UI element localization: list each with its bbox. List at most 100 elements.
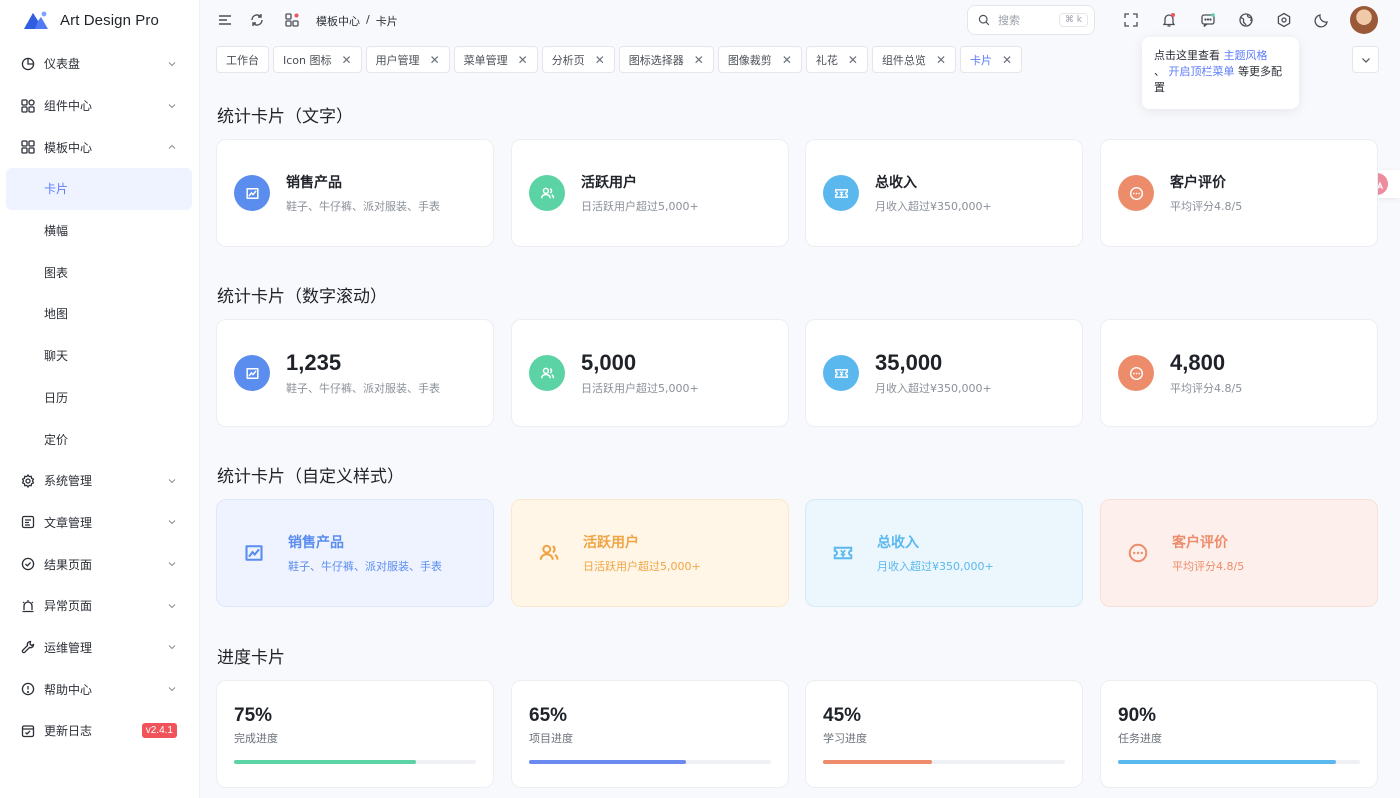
chart-icon <box>245 367 259 379</box>
stat-card-text: 销售产品 鞋子、牛仔裤、派对服装、手表 <box>286 172 440 214</box>
users-icon <box>539 544 559 560</box>
chevron-down-icon <box>168 478 176 483</box>
theme-style-link[interactable]: 主题风格 <box>1224 49 1268 62</box>
tab-label: 图标选择器 <box>628 53 684 67</box>
sidebar-item-dashboard[interactable]: 仪表盘 <box>0 43 199 85</box>
stat-card-title: 客户评价 <box>1170 175 1226 191</box>
progress-value: 75% <box>234 705 273 726</box>
tab-more-button[interactable] <box>1352 46 1379 73</box>
breadcrumb-separator: / <box>366 13 370 26</box>
components-icon <box>20 98 36 114</box>
close-icon[interactable]: ✕ <box>1002 53 1012 67</box>
sidebar-item-label: 更新日志 <box>44 724 93 739</box>
changelog-icon <box>20 723 36 739</box>
custom-card-sales-products[interactable]: 销售产品 鞋子、牛仔裤、派对服装、手表 <box>216 499 494 607</box>
tab-image-crop[interactable]: 图像裁剪 ✕ <box>717 46 802 73</box>
logo[interactable]: Art Design Pro <box>0 0 199 40</box>
sidebar-subitem-cards[interactable]: 卡片 <box>6 168 192 210</box>
progress-label: 项目进度 <box>529 732 573 745</box>
close-icon[interactable]: ✕ <box>694 53 704 67</box>
number-card-icon <box>234 355 270 391</box>
progress-fill <box>1118 760 1336 764</box>
custom-card-title: 总收入 <box>877 535 919 551</box>
search-input[interactable]: 搜索 ⌘ k <box>967 5 1095 35</box>
bell-icon[interactable] <box>1159 10 1179 30</box>
sidebar-subitem-charts[interactable]: 图表 <box>6 251 192 293</box>
close-icon[interactable]: ✕ <box>848 53 858 67</box>
sidebar-item-components[interactable]: 组件中心 <box>0 85 199 127</box>
stat-card-total-revenue[interactable]: 总收入 月收入超过¥350,000+ <box>805 139 1083 247</box>
menu-toggle-icon[interactable] <box>215 10 235 30</box>
tab-icon-picker[interactable]: 图标选择器 ✕ <box>618 46 714 73</box>
tab-users[interactable]: 用户管理 ✕ <box>365 46 450 73</box>
close-icon[interactable]: ✕ <box>936 53 946 67</box>
sidebar-item-system[interactable]: 系统管理 <box>0 460 199 502</box>
tab-bar: 工作台 Icon 图标 ✕ 用户管理 ✕ 菜单管理 ✕ 分析页 ✕ 图标选择器 ✕ 图像裁… <box>216 46 1023 73</box>
custom-card-customer-reviews[interactable]: 客户评价 平均评分4.8/5 <box>1100 499 1378 607</box>
close-icon[interactable]: ✕ <box>518 53 528 67</box>
avatar[interactable] <box>1350 6 1378 34</box>
sidebar-menu: 仪表盘 组件中心 模板中心 卡片 横幅 图表 地图 聊天 日历 定价 系统管理 … <box>0 40 199 752</box>
tab-icons[interactable]: Icon 图标 ✕ <box>273 46 362 73</box>
sidebar-item-ops[interactable]: 运维管理 <box>0 627 199 669</box>
number-card-total-revenue[interactable]: 35,000 月收入超过¥350,000+ <box>805 319 1083 427</box>
tab-label: 组件总览 <box>881 53 926 67</box>
sidebar-item-articles[interactable]: 文章管理 <box>0 502 199 544</box>
tab-overview[interactable]: 组件总览 ✕ <box>871 46 956 73</box>
sidebar-subitem-banners[interactable]: 横幅 <box>6 210 192 252</box>
number-card-customer-reviews[interactable]: 4,800 平均评分4.8/5 <box>1100 319 1378 427</box>
progress-card[interactable]: 90% 任务进度 <box>1100 680 1378 788</box>
globe-icon[interactable] <box>1236 10 1256 30</box>
more-circle-icon <box>1129 186 1143 200</box>
stat-card-desc: 日活跃用户超过5,000+ <box>581 200 699 213</box>
tab-cards[interactable]: 卡片 ✕ <box>960 46 1023 73</box>
sidebar-item-changelog[interactable]: 更新日志 v2.4.1 <box>0 710 199 752</box>
sidebar-subitem-pricing[interactable]: 定价 <box>6 418 192 460</box>
number-card-text: 5,000 日活跃用户超过5,000+ <box>581 350 699 396</box>
apps-icon[interactable] <box>282 10 302 30</box>
top-menu-link[interactable]: 开启顶栏菜单 <box>1169 65 1235 78</box>
progress-card[interactable]: 45% 学习进度 <box>805 680 1083 788</box>
close-icon[interactable]: ✕ <box>595 53 605 67</box>
tab-workbench[interactable]: 工作台 <box>216 46 269 73</box>
stat-card-icon <box>529 175 565 211</box>
breadcrumb-item[interactable]: 模板中心 <box>316 13 360 29</box>
close-icon[interactable]: ✕ <box>430 53 440 67</box>
sidebar-subitem-map[interactable]: 地图 <box>6 293 192 335</box>
progress-card[interactable]: 65% 项目进度 <box>511 680 789 788</box>
refresh-icon[interactable] <box>247 10 267 30</box>
sidebar-subitem-chat[interactable]: 聊天 <box>6 335 192 377</box>
number-card-desc: 月收入超过¥350,000+ <box>875 382 992 395</box>
stat-card-sales-products[interactable]: 销售产品 鞋子、牛仔裤、派对服装、手表 <box>216 139 494 247</box>
stat-card-icon <box>1118 175 1154 211</box>
sidebar-item-exceptions[interactable]: 异常页面 <box>0 585 199 627</box>
sidebar-item-templates[interactable]: 模板中心 <box>0 126 199 168</box>
progress-label: 学习进度 <box>823 732 867 745</box>
number-card-sales-products[interactable]: 1,235 鞋子、牛仔裤、派对服装、手表 <box>216 319 494 427</box>
sidebar-subitem-calendar[interactable]: 日历 <box>6 377 192 419</box>
custom-card-total-revenue[interactable]: 总收入 月收入超过¥350,000+ <box>805 499 1083 607</box>
progress-fill <box>234 760 416 764</box>
progress-card[interactable]: 75% 完成进度 <box>216 680 494 788</box>
close-icon[interactable]: ✕ <box>342 53 352 67</box>
number-card-value: 1,235 <box>286 350 342 375</box>
sidebar-item-results[interactable]: 结果页面 <box>0 543 199 585</box>
stat-card-text: 活跃用户 日活跃用户超过5,000+ <box>581 172 699 214</box>
settings-icon[interactable] <box>1274 10 1294 30</box>
tab-analysis[interactable]: 分析页 ✕ <box>541 46 615 73</box>
tab-fireworks[interactable]: 礼花 ✕ <box>805 46 868 73</box>
chevron-down-icon <box>168 645 176 650</box>
number-card-desc: 平均评分4.8/5 <box>1170 382 1243 395</box>
number-card-active-users[interactable]: 5,000 日活跃用户超过5,000+ <box>511 319 789 427</box>
stat-card-active-users[interactable]: 活跃用户 日活跃用户超过5,000+ <box>511 139 789 247</box>
fullscreen-icon[interactable] <box>1121 10 1141 30</box>
sidebar-item-help[interactable]: 帮助中心 <box>0 668 199 710</box>
close-icon[interactable]: ✕ <box>782 53 792 67</box>
custom-card-active-users[interactable]: 活跃用户 日活跃用户超过5,000+ <box>511 499 789 607</box>
dark-mode-icon[interactable] <box>1312 10 1332 30</box>
wrench-icon <box>20 639 36 655</box>
tab-menus[interactable]: 菜单管理 ✕ <box>453 46 538 73</box>
chat-icon[interactable] <box>1198 10 1218 30</box>
custom-card-text: 总收入 月收入超过¥350,000+ <box>877 532 994 574</box>
stat-card-customer-reviews[interactable]: 客户评价 平均评分4.8/5 <box>1100 139 1378 247</box>
